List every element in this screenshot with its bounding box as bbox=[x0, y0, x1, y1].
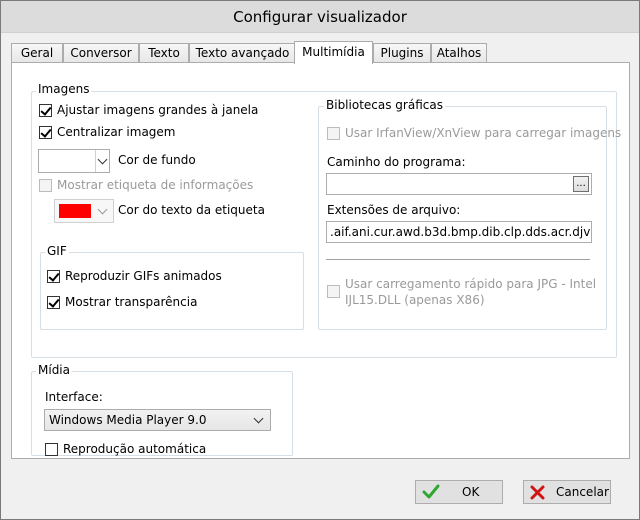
bg-color-picker-separator bbox=[95, 150, 96, 172]
media-legend: Mídia bbox=[36, 363, 72, 377]
autoplay-checkbox[interactable] bbox=[45, 443, 58, 456]
center-image-label: Centralizar imagem bbox=[57, 125, 176, 139]
program-path-input[interactable] bbox=[326, 173, 592, 195]
images-legend: Imagens bbox=[36, 82, 92, 96]
tab-panel-multimidia: Imagens Ajustar imagens grandes à janela… bbox=[11, 62, 630, 459]
cancel-button[interactable]: Cancelar bbox=[523, 480, 611, 504]
close-icon bbox=[530, 485, 545, 500]
fast-jpg-checkbox[interactable] bbox=[327, 285, 340, 298]
chevron-down-icon bbox=[253, 413, 264, 424]
tab-texto-avancado[interactable]: Texto avançado bbox=[189, 43, 296, 63]
chevron-down-icon bbox=[97, 154, 108, 165]
show-transparency-checkbox[interactable] bbox=[47, 296, 60, 309]
interface-select[interactable]: Windows Media Player 9.0 bbox=[44, 409, 271, 431]
label-color-label: Cor do texto da etiqueta bbox=[118, 203, 265, 217]
play-animated-checkbox[interactable] bbox=[47, 270, 60, 283]
tab-multimidia[interactable]: Multimídia bbox=[294, 41, 373, 64]
libraries-divider bbox=[326, 259, 590, 260]
libraries-legend: Bibliotecas gráficas bbox=[324, 98, 445, 112]
ok-button[interactable]: OK bbox=[415, 480, 503, 504]
label-color-swatch bbox=[59, 204, 91, 218]
use-irfanview-label: Usar IrfanView/XnView para carregar imag… bbox=[345, 126, 622, 140]
extensions-input[interactable]: .aif.ani.cur.awd.b3d.bmp.dib.clp.dds.acr… bbox=[326, 221, 592, 243]
bg-color-picker[interactable] bbox=[38, 149, 110, 173]
program-path-label: Caminho do programa: bbox=[327, 155, 466, 169]
gif-group bbox=[40, 252, 304, 330]
tab-geral[interactable]: Geral bbox=[11, 43, 63, 63]
window-title: Configurar visualizador bbox=[1, 1, 639, 33]
extensions-label: Extensões de arquivo: bbox=[327, 203, 461, 217]
interface-label: Interface: bbox=[45, 390, 103, 404]
gif-legend: GIF bbox=[45, 244, 69, 258]
ok-button-label: OK bbox=[462, 485, 480, 499]
play-animated-label: Reproduzir GIFs animados bbox=[65, 269, 222, 283]
fit-large-label: Ajustar imagens grandes à janela bbox=[57, 103, 259, 117]
cancel-button-label: Cancelar bbox=[556, 485, 609, 499]
fast-jpg-label-line1: Usar carregamento rápido para JPG - Inte… bbox=[345, 277, 597, 291]
bg-color-label: Cor de fundo bbox=[118, 153, 196, 167]
label-color-picker[interactable] bbox=[54, 199, 114, 223]
checkmark-icon bbox=[422, 484, 440, 499]
dialog-window: Configurar visualizador Geral Conversor … bbox=[0, 0, 640, 520]
tab-conversor[interactable]: Conversor bbox=[63, 43, 139, 63]
chevron-down-icon bbox=[97, 204, 108, 215]
center-image-checkbox[interactable] bbox=[39, 126, 52, 139]
show-info-label: Mostrar etiqueta de informações bbox=[57, 178, 254, 192]
show-transparency-label: Mostrar transparência bbox=[65, 295, 198, 309]
fast-jpg-label-line2: IJL15.DLL (apenas X86) bbox=[345, 293, 485, 307]
fit-large-checkbox[interactable] bbox=[39, 104, 52, 117]
tab-plugins[interactable]: Plugins bbox=[373, 43, 431, 63]
interface-select-value: Windows Media Player 9.0 bbox=[49, 413, 207, 427]
use-irfanview-checkbox[interactable] bbox=[327, 127, 340, 140]
tab-atalhos[interactable]: Atalhos bbox=[431, 43, 487, 63]
autoplay-label: Reprodução automática bbox=[63, 442, 207, 456]
tab-texto[interactable]: Texto bbox=[139, 43, 189, 63]
browse-button[interactable]: ... bbox=[573, 176, 589, 192]
show-info-checkbox[interactable] bbox=[39, 179, 52, 192]
